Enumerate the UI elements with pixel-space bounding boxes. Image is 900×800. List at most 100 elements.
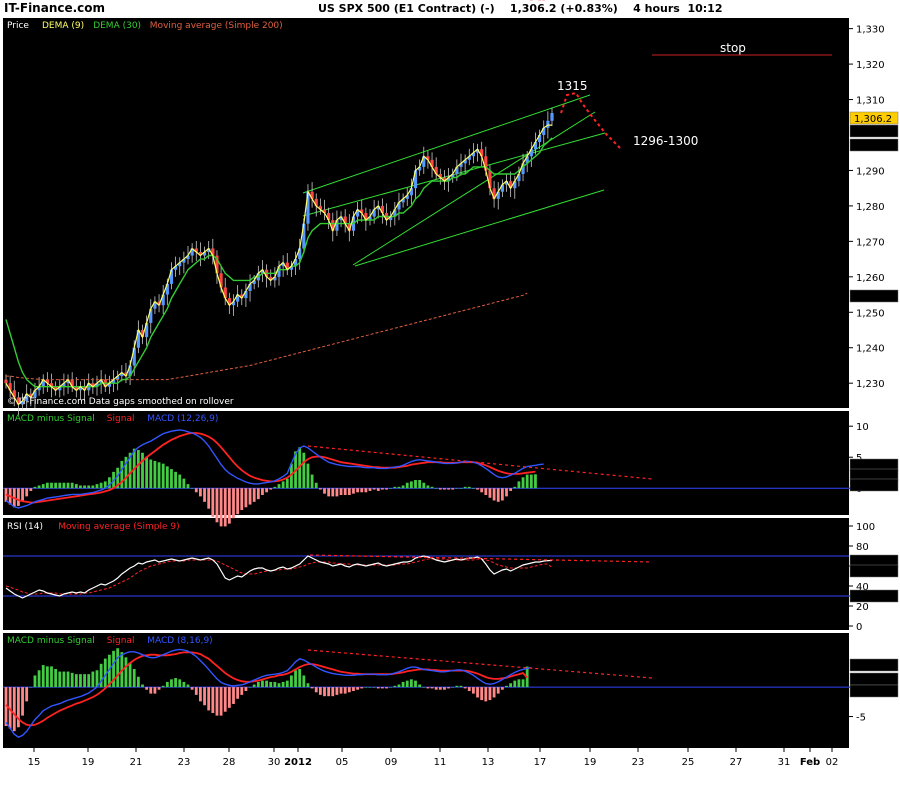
price-axis-tick-label: 1,320 bbox=[856, 60, 885, 71]
x-axis-tick-label: 11 bbox=[434, 757, 447, 768]
target-zone-label: 1296-1300 bbox=[633, 134, 698, 148]
macd2-histogram-bar bbox=[265, 680, 268, 688]
macd1-histogram-bar bbox=[265, 488, 268, 493]
macd1-histogram-bar bbox=[211, 488, 215, 517]
macd1-histogram-bar bbox=[45, 482, 49, 489]
macd2-badge-label: 3.2943 bbox=[854, 661, 889, 672]
rsi-axis-tick-label: 20 bbox=[856, 602, 869, 613]
macd1-histogram-bar bbox=[538, 0, 541, 1]
macd2-histogram-bar bbox=[141, 684, 144, 688]
macd2-histogram-bar bbox=[145, 687, 149, 690]
candle-body bbox=[4, 379, 8, 384]
macd1-histogram-bar bbox=[397, 486, 401, 489]
macd1-histogram-bar bbox=[41, 484, 45, 489]
macd2-histogram-bar bbox=[182, 681, 186, 688]
macd2-histogram-bar bbox=[244, 687, 248, 691]
macd2-histogram-bar bbox=[157, 687, 161, 690]
macd2-histogram-bar bbox=[37, 670, 41, 688]
macd2-histogram-bar bbox=[281, 681, 285, 688]
macd2-histogram-bar bbox=[58, 671, 62, 688]
macd2-histogram-bar bbox=[153, 687, 157, 694]
macd1-histogram-bar bbox=[227, 488, 231, 524]
macd2-histogram-bar bbox=[70, 672, 74, 688]
macd2-histogram-bar bbox=[256, 681, 260, 688]
macd1-histogram-bar bbox=[364, 488, 368, 493]
macd2-histogram-bar bbox=[443, 687, 446, 690]
macd2-histogram-bar bbox=[455, 685, 459, 688]
x-axis-tick-label: 19 bbox=[584, 757, 597, 768]
macd2-histogram-bar bbox=[285, 680, 289, 688]
macd2-histogram-bar bbox=[405, 680, 409, 688]
x-axis-tick-label: 25 bbox=[682, 757, 695, 768]
macd1-histogram-bar bbox=[29, 488, 33, 491]
x-axis-tick-label: Feb bbox=[800, 757, 820, 768]
macd2-histogram-bar bbox=[492, 687, 496, 698]
macd1-histogram-bar bbox=[463, 486, 467, 489]
rsi-badge-label: 58.584 bbox=[854, 567, 889, 578]
macd1-histogram-bar bbox=[232, 488, 235, 519]
macd1-histogram-bar bbox=[285, 478, 289, 489]
macd1-histogram-bar bbox=[161, 463, 165, 489]
macd1-histogram-bar bbox=[418, 480, 422, 489]
macd2-histogram-bar bbox=[227, 687, 231, 708]
macd1-histogram-bar bbox=[37, 485, 41, 489]
target-high-label: 1315 bbox=[557, 79, 588, 93]
macd2-histogram-bar bbox=[116, 648, 120, 688]
macd2-histogram-bar bbox=[21, 687, 24, 716]
macd1-histogram-bar bbox=[389, 488, 393, 489]
macd1-histogram-bar bbox=[141, 452, 144, 489]
x-axis-tick-label: 28 bbox=[223, 757, 236, 768]
rsi-axis-tick-label: 0 bbox=[856, 622, 862, 633]
macd2-histogram-bar bbox=[430, 687, 434, 689]
macd2-histogram-bar bbox=[409, 679, 413, 688]
macd2-histogram-bar bbox=[318, 687, 322, 695]
macd1-histogram-bar bbox=[87, 485, 91, 489]
macd2-histogram-bar bbox=[451, 687, 455, 688]
macd2-histogram-bar bbox=[62, 671, 66, 688]
macd1-histogram-bar bbox=[252, 488, 256, 502]
x-axis-tick-label: 31 bbox=[778, 757, 791, 768]
macd2-histogram-bar bbox=[194, 687, 198, 695]
price-axis-tick-label: 1,280 bbox=[856, 202, 885, 213]
macd2-histogram-bar bbox=[269, 681, 273, 688]
rsi-panel bbox=[3, 518, 849, 630]
macd1-histogram-bar bbox=[273, 486, 277, 489]
x-axis-tick-label: 17 bbox=[534, 757, 547, 768]
price-legend-item: Price bbox=[7, 21, 29, 31]
macd1-histogram-bar bbox=[426, 485, 430, 489]
macd1-histogram-bar bbox=[261, 488, 264, 496]
x-axis-tick-label: 02 bbox=[826, 757, 839, 768]
macd1-histogram-bar bbox=[472, 488, 475, 489]
macd1-histogram-bar bbox=[50, 482, 53, 489]
macd2-histogram-bar bbox=[298, 668, 302, 688]
macd2-histogram-bar bbox=[335, 687, 339, 695]
macd1-histogram-bar bbox=[219, 488, 223, 527]
x-axis-tick-label: 13 bbox=[482, 757, 495, 768]
macd1-histogram-bar bbox=[327, 488, 331, 497]
macd2-legend-item: MACD minus Signal bbox=[7, 636, 95, 646]
chart-canvas: 1,330 1,320 1,310 1,290 1,280 1,270 1,260 1,250… bbox=[3, 0, 899, 768]
macd2-histogram-bar bbox=[414, 680, 417, 688]
macd1-legend-item: MACD (12,26,9) bbox=[147, 414, 218, 424]
macd2-histogram-bar bbox=[480, 687, 484, 701]
x-axis-tick-label: 27 bbox=[730, 757, 743, 768]
macd2-histogram-bar bbox=[505, 685, 508, 688]
macd1-histogram-bar bbox=[496, 488, 500, 502]
macd2-histogram-bar bbox=[83, 674, 86, 688]
price-axis-tick-label: 1,230 bbox=[856, 379, 885, 390]
macd2-histogram-bar bbox=[132, 668, 136, 688]
macd1-histogram-bar bbox=[480, 488, 484, 493]
macd2-histogram-bar bbox=[463, 687, 467, 689]
x-axis-tick-label: 23 bbox=[632, 757, 645, 768]
macd1-histogram-bar bbox=[157, 462, 161, 489]
macd2-histogram-bar bbox=[219, 687, 223, 716]
macd2-histogram-bar bbox=[401, 681, 405, 688]
macd1-histogram-bar bbox=[331, 488, 335, 497]
macd1-histogram-bar bbox=[409, 481, 413, 489]
macd1-histogram-bar bbox=[199, 488, 202, 497]
macd2-histogram-bar bbox=[277, 683, 281, 688]
macd1-histogram-bar bbox=[405, 482, 409, 489]
candle-body bbox=[550, 113, 554, 121]
macd1-histogram-bar bbox=[244, 488, 248, 508]
macd1-histogram-bar bbox=[422, 482, 426, 489]
